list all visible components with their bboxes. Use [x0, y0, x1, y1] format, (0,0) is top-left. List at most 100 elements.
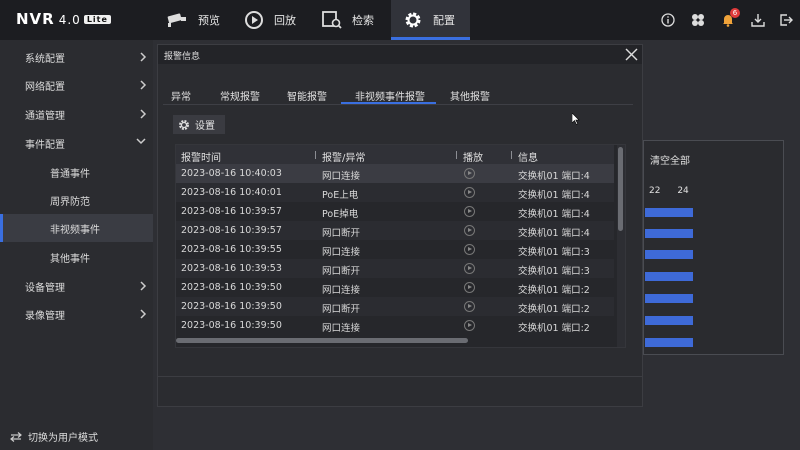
chevron-right-icon: [140, 52, 147, 62]
horizontal-scrollbar[interactable]: [176, 338, 468, 343]
tab-non-video-alarm[interactable]: 非视频事件报警: [355, 88, 425, 103]
column-header-time[interactable]: 报警时间: [181, 149, 221, 164]
switch-user-mode-button[interactable]: 切换为用户模式: [10, 429, 98, 444]
sidebar-item-system-config[interactable]: 系统配置: [0, 43, 153, 71]
schedule-bar: [645, 316, 693, 325]
cell-type: 网口断开: [322, 304, 361, 315]
nav-preview-label: 预览: [198, 14, 220, 27]
vertical-scrollbar[interactable]: [617, 145, 625, 347]
notification-bell-icon[interactable]: 6: [720, 8, 740, 28]
cell-time: 2023-08-16 10:40:03: [181, 168, 282, 179]
nav-preview[interactable]: 预览: [160, 0, 248, 40]
table-row[interactable]: 2023-08-16 10:39:50 网口连接 交换机01 端口:2: [176, 278, 614, 297]
hour-label: 24: [677, 186, 689, 196]
sidebar-item-record-manage[interactable]: 录像管理: [0, 300, 153, 328]
chevron-right-icon: [140, 80, 147, 90]
download-icon[interactable]: [750, 12, 766, 28]
column-header-type[interactable]: 报警/异常: [322, 149, 365, 164]
play-icon[interactable]: [464, 244, 475, 255]
tab-regular-alarm[interactable]: 常规报警: [220, 88, 260, 103]
cell-time: 2023-08-16 10:39:50: [181, 301, 282, 312]
info-icon[interactable]: [660, 12, 676, 28]
sidebar-item-label: 系统配置: [25, 53, 65, 65]
cell-time: 2023-08-16 10:39:50: [181, 282, 282, 293]
sidebar-item-label: 普通事件: [50, 168, 90, 180]
scroll-thumb[interactable]: [618, 147, 623, 231]
cell-type: 网口断开: [322, 266, 361, 277]
play-icon[interactable]: [464, 168, 475, 179]
column-header-play[interactable]: 播放: [463, 149, 483, 164]
sidebar-item-label: 通道管理: [25, 110, 65, 122]
table-row[interactable]: 2023-08-16 10:39:57 网口断开 交换机01 端口:4: [176, 221, 614, 240]
play-icon[interactable]: [464, 206, 475, 217]
play-icon[interactable]: [464, 263, 475, 274]
play-icon[interactable]: [464, 301, 475, 312]
swap-icon: [10, 431, 22, 442]
close-icon[interactable]: [625, 48, 638, 61]
schedule-hour-labels: 22 24: [649, 186, 689, 196]
mouse-cursor-icon: [572, 113, 580, 125]
play-icon[interactable]: [464, 225, 475, 236]
sidebar-item-normal-event[interactable]: 普通事件: [0, 158, 153, 186]
sidebar: 系统配置 网络配置 通道管理 事件配置 普通事件 周界防范 非视频事件 其他事件…: [0, 40, 153, 450]
cell-info: 交换机01 端口:3: [518, 247, 590, 258]
logout-icon[interactable]: [778, 12, 794, 28]
alarm-table: 报警时间 报警/异常 播放 信息 2023-08-16 10:40:03 网口连接…: [175, 144, 626, 348]
table-row[interactable]: 2023-08-16 10:39:53 网口断开 交换机01 端口:3: [176, 259, 614, 278]
cell-type: 网口断开: [322, 228, 361, 239]
hour-label: 22: [649, 186, 661, 196]
schedule-bar: [645, 250, 693, 259]
cell-type: 网口连接: [322, 285, 361, 296]
sidebar-item-channel-manage[interactable]: 通道管理: [0, 100, 153, 128]
top-bar: NVR 4.0 Lite 预览 回放 检索 配置 6: [0, 0, 800, 40]
nav-playback[interactable]: 回放: [244, 0, 314, 40]
sidebar-item-other-event[interactable]: 其他事件: [0, 243, 153, 271]
notification-badge: 6: [730, 8, 740, 18]
brand-text: NVR: [16, 10, 55, 28]
table-row[interactable]: 2023-08-16 10:39:57 PoE掉电 交换机01 端口:4: [176, 202, 614, 221]
sidebar-item-device-manage[interactable]: 设备管理: [0, 272, 153, 300]
sidebar-item-label: 非视频事件: [50, 224, 100, 236]
table-row[interactable]: 2023-08-16 10:39:50 网口断开 交换机01 端口:2: [176, 297, 614, 316]
tab-smart-alarm[interactable]: 智能报警: [287, 88, 327, 103]
settings-label: 设置: [195, 121, 215, 132]
cell-type: PoE上电: [322, 190, 359, 201]
table-row[interactable]: 2023-08-16 10:39:50 网口连接 交换机01 端口:2: [176, 316, 614, 335]
gear-icon: [405, 12, 421, 28]
cell-info: 交换机01 端口:3: [518, 266, 590, 277]
play-icon[interactable]: [464, 282, 475, 293]
column-divider: [456, 151, 457, 159]
cell-info: 交换机01 端口:4: [518, 171, 590, 182]
column-divider: [315, 151, 316, 159]
schedule-bar: [645, 272, 693, 281]
schedule-bar: [645, 229, 693, 238]
sidebar-item-non-video-event[interactable]: 非视频事件: [0, 214, 153, 242]
clear-all-button[interactable]: 清空全部: [650, 152, 690, 167]
nav-search[interactable]: 检索: [322, 0, 392, 40]
sidebar-item-label: 设备管理: [25, 282, 65, 294]
cell-info: 交换机01 端口:2: [518, 285, 590, 296]
sidebar-item-event-config[interactable]: 事件配置: [0, 129, 153, 157]
cell-type: PoE掉电: [322, 209, 359, 220]
tab-other-alarm[interactable]: 其他报警: [450, 88, 490, 103]
table-row[interactable]: 2023-08-16 10:40:03 网口连接 交换机01 端口:4: [176, 164, 614, 183]
dialog-footer: [157, 377, 643, 407]
play-icon[interactable]: [464, 187, 475, 198]
chevron-right-icon: [140, 109, 147, 119]
settings-button[interactable]: 设置: [173, 115, 225, 134]
gear-icon: [179, 119, 189, 130]
version-text: 4.0: [58, 13, 81, 27]
sidebar-item-perimeter[interactable]: 周界防范: [0, 186, 153, 214]
play-icon[interactable]: [464, 320, 475, 331]
switch-mode-label: 切换为用户模式: [28, 433, 98, 444]
sidebar-item-network-config[interactable]: 网络配置: [0, 71, 153, 99]
column-header-info[interactable]: 信息: [518, 149, 538, 164]
table-row[interactable]: 2023-08-16 10:40:01 PoE上电 交换机01 端口:4: [176, 183, 614, 202]
nav-config[interactable]: 配置: [391, 0, 470, 40]
tab-divider: [163, 104, 633, 105]
cell-info: 交换机01 端口:4: [518, 190, 590, 201]
fan-icon[interactable]: [690, 12, 706, 28]
tab-exception[interactable]: 异常: [171, 88, 191, 103]
cell-type: 网口连接: [322, 171, 361, 182]
table-row[interactable]: 2023-08-16 10:39:55 网口连接 交换机01 端口:3: [176, 240, 614, 259]
